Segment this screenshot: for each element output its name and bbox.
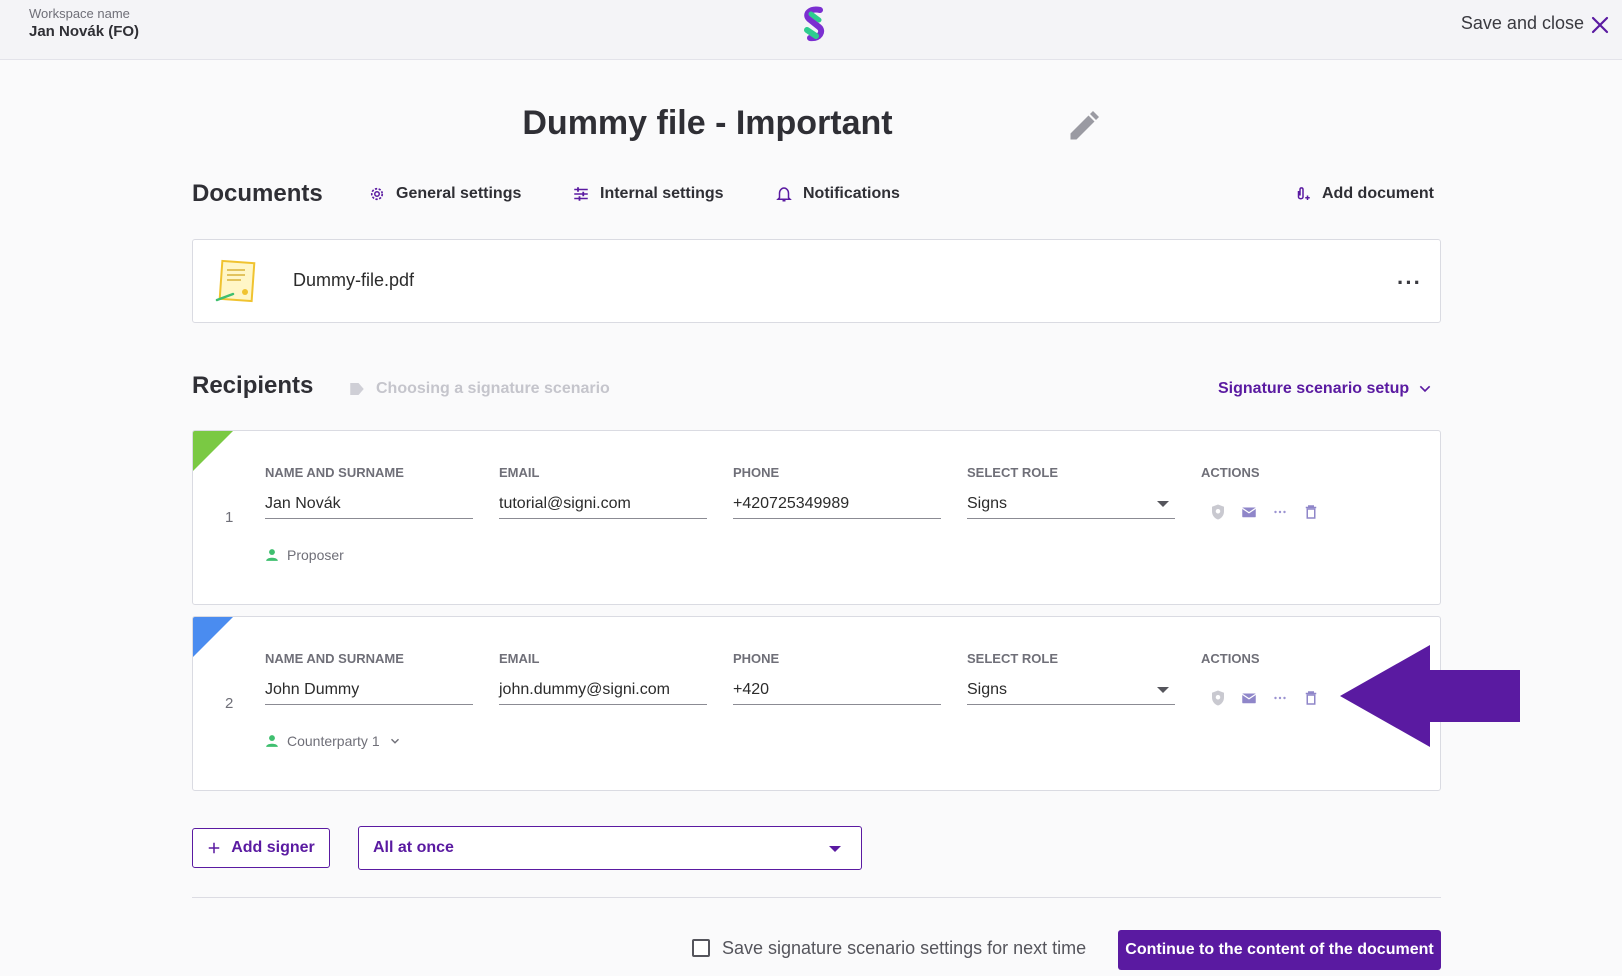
person-icon	[266, 735, 278, 747]
shield-search-icon[interactable]	[1209, 689, 1227, 707]
name-field[interactable]: John Dummy	[265, 679, 473, 705]
recipient-party-label: Counterparty 1	[287, 733, 380, 749]
document-thumbnail-icon	[215, 259, 256, 303]
trash-icon[interactable]	[1302, 503, 1320, 521]
phone-field[interactable]: +420725349989	[733, 493, 941, 519]
tag-icon	[350, 383, 364, 395]
paperclip-add-icon	[1297, 187, 1310, 200]
column-header-name: NAME AND SURNAME	[265, 651, 404, 666]
save-scenario-checkbox[interactable]	[692, 939, 710, 957]
add-document-label: Add document	[1322, 185, 1434, 202]
workspace-name[interactable]: Jan Novák (FO)	[29, 23, 139, 40]
column-header-actions: ACTIONS	[1201, 651, 1260, 666]
mail-icon[interactable]	[1240, 503, 1258, 521]
trash-icon[interactable]	[1302, 689, 1320, 707]
workspace-label: Workspace name	[29, 6, 130, 21]
column-header-name: NAME AND SURNAME	[265, 465, 404, 480]
recipient-color-marker	[193, 617, 233, 657]
recipient-party: Proposer	[265, 547, 344, 563]
scenario-hint: Choosing a signature scenario	[348, 380, 610, 398]
role-select[interactable]: Signs	[967, 679, 1175, 705]
general-settings-label: General settings	[396, 185, 522, 202]
plus-icon	[208, 842, 220, 854]
role-select[interactable]: Signs	[967, 493, 1175, 519]
signing-order-value: All at once	[373, 839, 454, 856]
recipient-party-select[interactable]: Counterparty 1	[265, 733, 402, 749]
dropdown-arrow-icon	[1157, 501, 1169, 507]
recipient-index: 2	[225, 695, 234, 712]
add-signer-label: Add signer	[231, 839, 315, 856]
notifications-link[interactable]: Notifications	[775, 185, 900, 203]
page-title: Dummy file - Important	[522, 104, 893, 142]
column-header-email: EMAIL	[499, 651, 540, 666]
scenario-hint-label: Choosing a signature scenario	[376, 380, 610, 397]
dropdown-arrow-icon	[1157, 687, 1169, 693]
recipient-party-label: Proposer	[287, 547, 344, 563]
more-icon[interactable]	[1271, 689, 1289, 707]
top-bar: Workspace name Jan Novák (FO) Save and c…	[0, 0, 1622, 60]
scenario-setup-label: Signature scenario setup	[1218, 380, 1410, 397]
email-field[interactable]: tutorial@signi.com	[499, 493, 707, 519]
column-header-role: SELECT ROLE	[967, 465, 1059, 480]
pencil-icon[interactable]	[1066, 108, 1102, 144]
internal-settings-link[interactable]: Internal settings	[572, 185, 724, 203]
mail-icon[interactable]	[1240, 689, 1258, 707]
recipient-color-marker	[193, 431, 233, 471]
sliders-icon	[574, 187, 588, 201]
internal-settings-label: Internal settings	[600, 185, 724, 202]
add-signer-button[interactable]: Add signer	[192, 828, 330, 868]
signing-order-select[interactable]: All at once	[358, 826, 862, 870]
dropdown-arrow-icon	[829, 846, 841, 852]
column-header-role: SELECT ROLE	[967, 651, 1059, 666]
document-more-button[interactable]: ···	[1397, 270, 1422, 296]
shield-search-icon[interactable]	[1209, 503, 1227, 521]
annotation-arrow-icon	[1340, 645, 1520, 747]
gear-icon	[370, 187, 384, 201]
add-document-button[interactable]: Add document	[1294, 185, 1434, 203]
save-and-close-button[interactable]: Save and close	[1461, 13, 1584, 34]
general-settings-link[interactable]: General settings	[368, 185, 521, 203]
role-select-value: Signs	[967, 495, 1008, 512]
signature-scenario-setup-toggle[interactable]: Signature scenario setup	[1218, 380, 1433, 398]
recipient-card-1: 1 NAME AND SURNAME EMAIL PHONE SELECT RO…	[192, 430, 1441, 605]
bell-icon	[776, 187, 792, 202]
chevron-down-icon	[1419, 385, 1431, 393]
recipients-heading: Recipients	[192, 372, 314, 399]
column-header-phone: PHONE	[733, 465, 780, 480]
column-header-phone: PHONE	[733, 651, 780, 666]
document-file-name[interactable]: Dummy-file.pdf	[293, 270, 414, 291]
chevron-down-icon	[390, 738, 399, 744]
document-card[interactable]: Dummy-file.pdf ···	[192, 239, 1441, 323]
recipient-card-2: 2 NAME AND SURNAME EMAIL PHONE SELECT RO…	[192, 616, 1441, 791]
more-icon[interactable]	[1271, 503, 1289, 521]
column-header-email: EMAIL	[499, 465, 540, 480]
save-scenario-label[interactable]: Save signature scenario settings for nex…	[722, 938, 1086, 959]
section-divider	[192, 897, 1441, 898]
recipient-index: 1	[225, 509, 234, 526]
name-field[interactable]: Jan Novák	[265, 493, 473, 519]
email-field[interactable]: john.dummy@signi.com	[499, 679, 707, 705]
person-icon	[266, 549, 278, 561]
role-select-value: Signs	[967, 681, 1008, 698]
close-icon[interactable]	[1588, 13, 1612, 37]
signi-logo-icon[interactable]	[798, 6, 830, 44]
column-header-actions: ACTIONS	[1201, 465, 1260, 480]
phone-field[interactable]: +420	[733, 679, 941, 705]
documents-heading: Documents	[192, 180, 323, 207]
continue-button[interactable]: Continue to the content of the document	[1118, 930, 1441, 970]
notifications-label: Notifications	[803, 185, 900, 202]
